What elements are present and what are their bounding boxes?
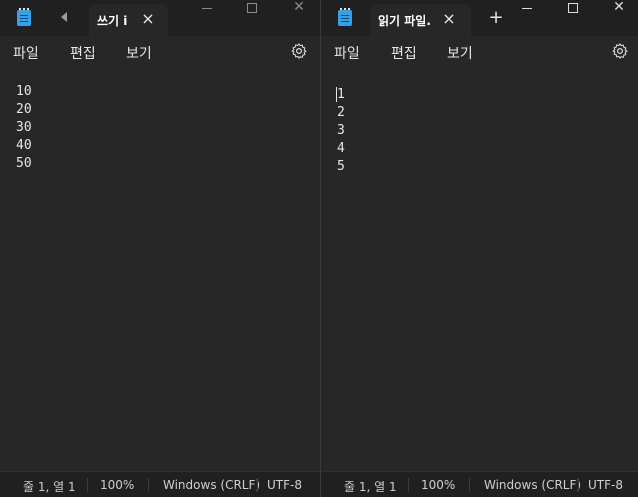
text-line: 40 bbox=[16, 138, 32, 153]
status-separator bbox=[408, 478, 409, 492]
text-editor[interactable]: 1 2 3 4 5 bbox=[321, 68, 638, 471]
minimize-button[interactable] bbox=[188, 0, 228, 18]
menu-view[interactable]: 보기 bbox=[126, 43, 152, 63]
zoom-level: 100% bbox=[100, 478, 135, 492]
title-bar[interactable]: 읽기 파일. × + ✕ bbox=[321, 0, 638, 36]
text-line: 20 bbox=[16, 102, 32, 117]
cursor-position: 줄 1, 열 1 bbox=[23, 480, 76, 494]
notepad-icon bbox=[338, 8, 352, 26]
left-notepad-window: 쓰기 i × ✕ 파일 편집 보기 10 20 30 40 50 줄 1, 열 … bbox=[0, 0, 320, 497]
status-separator bbox=[87, 478, 88, 492]
cursor-position: 줄 1, 열 1 bbox=[344, 480, 397, 494]
text-line: 1 bbox=[337, 87, 345, 102]
tab-read-file[interactable]: 읽기 파일. × bbox=[370, 4, 471, 36]
gear-icon[interactable] bbox=[290, 42, 308, 60]
minimize-icon bbox=[202, 8, 212, 9]
close-window-button[interactable]: ✕ bbox=[599, 0, 638, 18]
tab-scroll-left-icon[interactable] bbox=[61, 12, 67, 22]
maximize-icon bbox=[568, 3, 578, 13]
maximize-button[interactable] bbox=[233, 0, 273, 18]
line-ending: Windows (CRLF) bbox=[163, 478, 261, 492]
maximize-button[interactable] bbox=[554, 0, 594, 18]
title-bar[interactable]: 쓰기 i × ✕ bbox=[0, 0, 320, 36]
menu-bar: 파일 편집 보기 bbox=[0, 36, 320, 68]
status-separator bbox=[469, 478, 470, 492]
menu-file[interactable]: 파일 bbox=[334, 43, 360, 63]
close-window-button[interactable]: ✕ bbox=[279, 0, 319, 18]
tab-close-icon[interactable]: × bbox=[139, 10, 157, 28]
minimize-icon bbox=[522, 8, 532, 9]
status-bar: 줄 1, 열 1 100% Windows (CRLF) UTF-8 bbox=[321, 471, 638, 497]
status-bar: 줄 1, 열 1 100% Windows (CRLF) UTF-8 bbox=[0, 471, 320, 497]
tab-write[interactable]: 쓰기 i × bbox=[89, 4, 168, 36]
menu-view[interactable]: 보기 bbox=[447, 43, 473, 63]
status-separator bbox=[578, 478, 579, 492]
close-icon: ✕ bbox=[293, 0, 305, 15]
text-line: 4 bbox=[337, 141, 345, 156]
text-line: 3 bbox=[337, 123, 345, 138]
encoding: UTF-8 bbox=[588, 478, 623, 492]
maximize-icon bbox=[247, 3, 257, 13]
text-line: 10 bbox=[16, 84, 32, 99]
text-line: 50 bbox=[16, 156, 32, 171]
menu-edit[interactable]: 편집 bbox=[391, 43, 417, 63]
minimize-button[interactable] bbox=[508, 0, 548, 18]
status-separator bbox=[148, 478, 149, 492]
zoom-level: 100% bbox=[421, 478, 456, 492]
tab-close-icon[interactable]: × bbox=[440, 10, 458, 28]
status-separator bbox=[257, 478, 258, 492]
text-line: 5 bbox=[337, 159, 345, 174]
line-ending: Windows (CRLF) bbox=[484, 478, 582, 492]
menu-bar: 파일 편집 보기 bbox=[321, 36, 638, 68]
text-line: 2 bbox=[337, 105, 345, 120]
notepad-icon bbox=[17, 8, 31, 26]
menu-edit[interactable]: 편집 bbox=[70, 43, 96, 63]
tab-title: 읽기 파일. bbox=[378, 14, 431, 28]
menu-file[interactable]: 파일 bbox=[13, 43, 39, 63]
encoding: UTF-8 bbox=[267, 478, 302, 492]
new-tab-button[interactable]: + bbox=[486, 8, 506, 28]
right-notepad-window: 읽기 파일. × + ✕ 파일 편집 보기 1 2 3 4 5 줄 1, 열 1… bbox=[321, 0, 638, 497]
gear-icon[interactable] bbox=[611, 42, 629, 60]
close-icon: ✕ bbox=[613, 0, 625, 15]
text-editor[interactable]: 10 20 30 40 50 bbox=[0, 68, 320, 471]
text-line: 30 bbox=[16, 120, 32, 135]
tab-title: 쓰기 i bbox=[97, 14, 128, 28]
